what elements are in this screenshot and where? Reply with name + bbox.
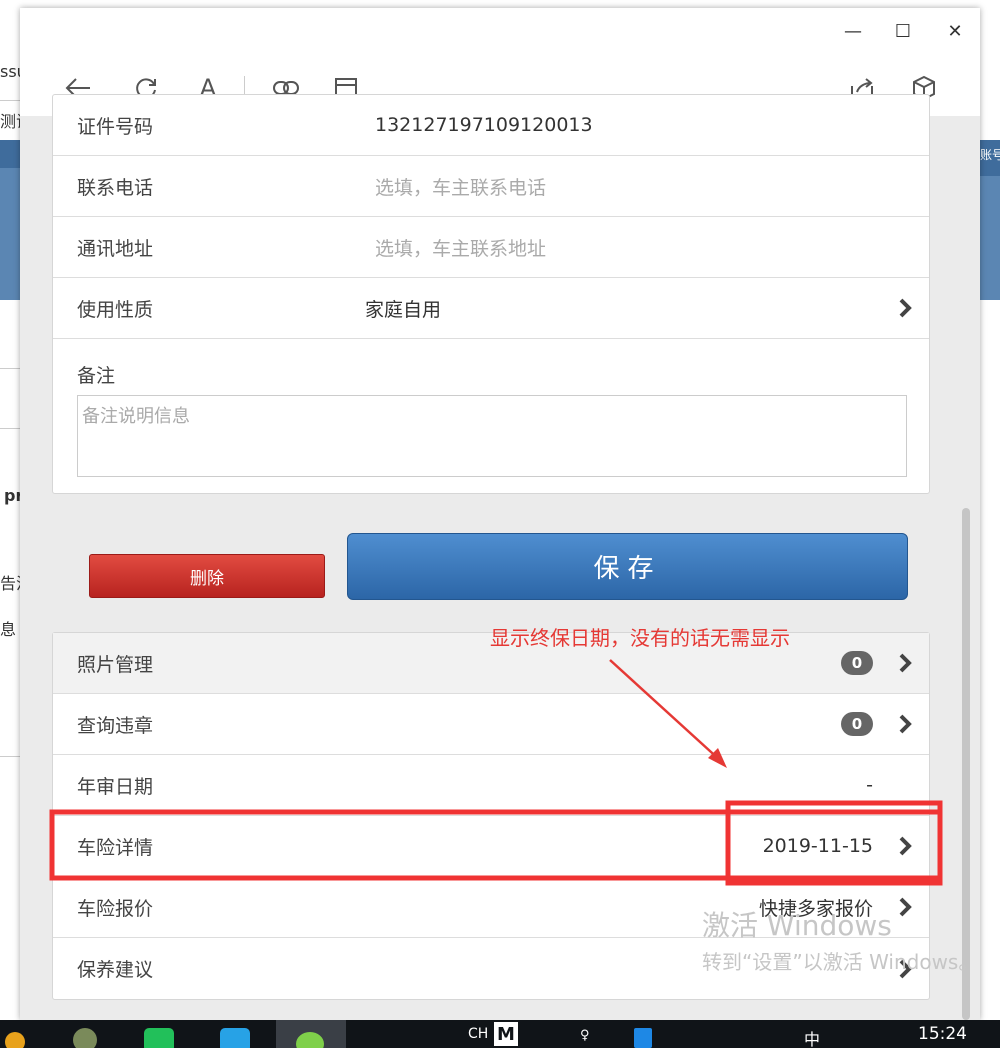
bg-text-fragment: 测试 <box>0 112 22 131</box>
maintenance-label: 保养建议 <box>77 959 154 981</box>
violations-label: 查询违章 <box>77 714 154 737</box>
usage-value[interactable]: 家庭自用 <box>365 295 441 322</box>
photos-label: 照片管理 <box>77 653 154 676</box>
insurance-label: 车险详情 <box>77 836 154 859</box>
ime-mode-indicator[interactable]: 中 <box>804 1026 820 1048</box>
background-window-right: 账号 <box>978 0 1000 1020</box>
watermark-line1: 激活 Windows <box>702 909 892 942</box>
page-content: 证件号码 132127197109120013 联系电话 选填，车主联系电话 通… <box>20 94 980 1020</box>
delete-button[interactable]: 删除 <box>89 554 325 598</box>
vehicle-form-card: 证件号码 132127197109120013 联系电话 选填，车主联系电话 通… <box>52 94 930 494</box>
inspection-label: 年审日期 <box>77 775 154 798</box>
phone-row[interactable]: 联系电话 选填，车主联系电话 <box>53 156 929 217</box>
bg-divider <box>0 428 22 429</box>
id-number-label: 证件号码 <box>77 115 154 138</box>
remark-textarea[interactable] <box>77 395 907 477</box>
address-input[interactable]: 选填，车主联系地址 <box>375 234 546 261</box>
bg-text-fragment: 息 <box>0 620 17 639</box>
language-indicator[interactable]: CH <box>468 1026 488 1042</box>
chevron-right-icon <box>899 714 912 734</box>
inspection-row[interactable]: 年审日期 - <box>53 755 929 816</box>
annotation-note: 显示终保日期，没有的话无需显示 <box>490 626 790 650</box>
chevron-right-icon <box>899 653 912 673</box>
bg-blue-stripe <box>0 140 22 168</box>
taskbar-browser-icon[interactable] <box>0 1022 30 1048</box>
background-window-left: ssu 测试 pr 告注 息 <box>0 0 23 1020</box>
quote-label: 车险报价 <box>77 897 154 920</box>
watermark-line2: 转到“设置”以激活 Windows。 <box>702 950 979 974</box>
id-number-value[interactable]: 132127197109120013 <box>375 114 593 136</box>
browser-window: — ☐ ✕ A 证件号码 132127197109120013 联系电话 选填，… <box>20 8 980 1020</box>
ime-indicator[interactable]: M <box>494 1022 518 1046</box>
bg-text-fragment: 告注 <box>0 574 22 593</box>
taskbar-app-icon[interactable] <box>144 1022 174 1048</box>
id-number-row: 证件号码 132127197109120013 <box>53 95 929 156</box>
phone-input[interactable]: 选填，车主联系电话 <box>375 173 546 200</box>
taskbar-avatar-icon[interactable] <box>70 1022 100 1048</box>
bg-divider <box>0 100 22 101</box>
people-icon[interactable]: ♀ <box>580 1028 590 1043</box>
clock-time[interactable]: 15:24 <box>918 1024 967 1044</box>
save-button[interactable]: 保存 <box>347 533 908 600</box>
usage-row[interactable]: 使用性质 家庭自用 <box>53 278 929 339</box>
violations-row[interactable]: 查询违章 0 <box>53 694 929 755</box>
chevron-right-icon <box>899 836 912 856</box>
address-row[interactable]: 通讯地址 选填，车主联系地址 <box>53 217 929 278</box>
inspection-value: - <box>866 774 873 796</box>
taskbar: CH M ♀ 中 15:24 <box>0 1020 1000 1048</box>
remark-section: 备注 <box>53 339 929 493</box>
activate-windows-watermark: 激活 Windows 转到“设置”以激活 Windows。 <box>702 904 978 975</box>
remark-label: 备注 <box>77 365 116 387</box>
maximize-button[interactable]: ☐ <box>890 18 916 44</box>
address-label: 通讯地址 <box>77 237 154 260</box>
usage-label: 使用性质 <box>77 298 154 321</box>
bg-divider <box>0 756 22 757</box>
close-button[interactable]: ✕ <box>942 18 968 44</box>
insurance-end-date: 2019-11-15 <box>762 835 873 857</box>
phone-label: 联系电话 <box>77 176 154 199</box>
chevron-right-icon <box>899 298 912 318</box>
bg-text-fragment: ssu <box>0 62 22 81</box>
minimize-button[interactable]: — <box>840 18 866 44</box>
bg-divider <box>0 368 22 369</box>
taskbar-car-app-icon[interactable] <box>220 1022 250 1048</box>
taskbar-active-app[interactable] <box>276 1020 346 1048</box>
photos-count-badge: 0 <box>841 651 873 675</box>
tray-app-icon[interactable] <box>634 1028 652 1048</box>
bg-text-fragment: 账号 <box>980 148 1000 162</box>
violations-count-badge: 0 <box>841 712 873 736</box>
insurance-row[interactable]: 车险详情 2019-11-15 <box>53 816 929 877</box>
